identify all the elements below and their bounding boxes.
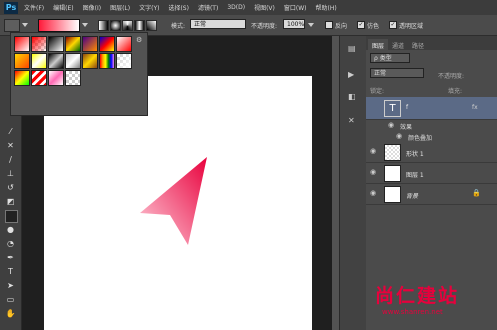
eye-icon[interactable]: ◉	[388, 121, 396, 129]
gradient-swatch-grid	[14, 36, 132, 86]
layer-effects-header[interactable]: ◉ 效果	[366, 120, 497, 131]
eye-icon[interactable]: ◉	[370, 189, 378, 197]
swatch-blue-red-yellow[interactable]	[99, 36, 115, 52]
blend-mode-select[interactable]: 正常	[370, 68, 424, 78]
actions-panel-icon[interactable]: ▶	[348, 70, 357, 79]
swatch-white-red[interactable]	[116, 36, 132, 52]
swatch-spectrum[interactable]	[99, 53, 115, 69]
layer-row-shape[interactable]: ◉ 形状 1	[366, 142, 497, 163]
swatch-transparent-stripes[interactable]	[116, 53, 132, 69]
eye-icon[interactable]: ◉	[370, 168, 378, 176]
adjustments-panel-icon[interactable]: ◧	[348, 92, 357, 101]
layer-effect-color-overlay[interactable]: ◉ 颜色叠加	[366, 131, 497, 142]
shape-layer-thumbnail	[384, 144, 401, 161]
swatch-copper[interactable]	[82, 53, 98, 69]
layer-filter-select[interactable]: ρ 类型	[370, 53, 410, 63]
layer-name: 背景	[406, 193, 419, 200]
layer-name: 图层 1	[406, 172, 424, 179]
effects-label: 效果	[400, 124, 413, 131]
layer-row-text[interactable]: T f fx	[366, 97, 497, 120]
swatch-foreground-to-background[interactable]	[14, 36, 30, 52]
red-arrow-shape[interactable]	[140, 157, 207, 245]
panel-tab-bar: 图层 通道 路径	[366, 36, 497, 52]
swatch-rainbow[interactable]	[14, 70, 30, 86]
tools-preset-icon[interactable]: ✕	[348, 116, 357, 125]
swatch-transparent[interactable]	[65, 70, 81, 86]
layer-filter-value: ρ 类型	[374, 55, 392, 62]
blend-mode-value: 正常	[374, 70, 387, 77]
swatch-yellow-orange[interactable]	[14, 53, 30, 69]
layer-name: f	[406, 104, 409, 111]
gear-icon[interactable]: ⚙	[136, 36, 144, 44]
tab-layers[interactable]: 图层	[368, 39, 389, 52]
swatch-yellow-white[interactable]	[31, 53, 47, 69]
pixel-layer-thumbnail	[384, 165, 401, 182]
color-overlay-label: 颜色叠加	[408, 135, 433, 142]
tab-paths[interactable]: 路径	[408, 39, 428, 52]
fill-label: 填充:	[448, 88, 463, 95]
layer-name: 形状 1	[406, 151, 424, 158]
swatch-foreground-to-transparent[interactable]	[31, 36, 47, 52]
text-layer-thumbnail-icon: T	[384, 100, 401, 117]
collapsed-panels-strip: ▤ ▶ ◧ ✕	[339, 36, 366, 330]
eye-icon[interactable]: ◉	[370, 147, 378, 155]
layer-row-background[interactable]: ◉ 背景 🔒	[366, 184, 497, 205]
gradient-picker-popup: ⚙	[10, 32, 148, 116]
swatch-pink[interactable]	[48, 70, 64, 86]
tab-channels[interactable]: 通道	[388, 39, 408, 52]
fx-badge[interactable]: fx	[472, 104, 478, 111]
panel-opacity-label: 不透明度:	[438, 73, 465, 80]
lock-icon: 🔒	[472, 189, 481, 197]
lock-label: 锁定:	[370, 88, 385, 95]
eye-icon[interactable]: ◉	[396, 132, 404, 140]
background-layer-thumbnail	[384, 186, 401, 203]
watermark-url: www.shanren.net	[382, 308, 443, 316]
watermark-title: 尚仁建站	[375, 285, 460, 307]
swatch-chrome[interactable]	[48, 53, 64, 69]
swatch-black-white[interactable]	[48, 36, 64, 52]
swatch-red-green[interactable]	[65, 36, 81, 52]
swatch-red-stripes[interactable]	[31, 70, 47, 86]
history-panel-icon[interactable]: ▤	[348, 44, 357, 53]
layer-row-pixel[interactable]: ◉ 图层 1	[366, 163, 497, 184]
swatch-silver[interactable]	[65, 53, 81, 69]
swatch-violet-orange[interactable]	[82, 36, 98, 52]
